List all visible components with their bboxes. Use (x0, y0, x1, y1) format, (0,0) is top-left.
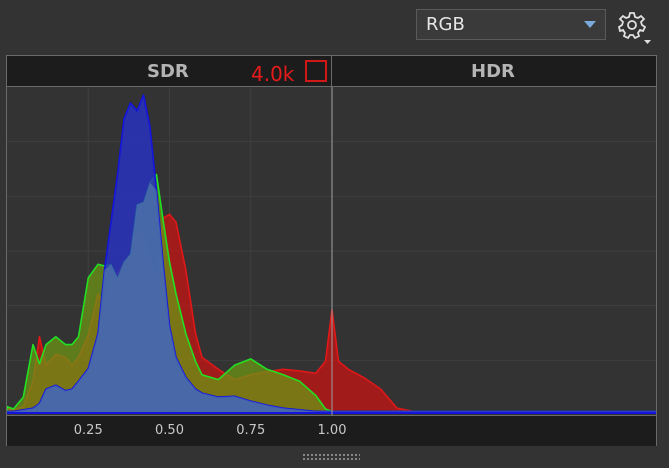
x-axis: 0.25 0.50 0.75 1.00 (7, 415, 656, 446)
resize-handle[interactable] (302, 453, 360, 461)
x-tick-label: 0.75 (236, 423, 266, 438)
peak-count-label: 4.0k (251, 62, 295, 86)
peak-count-toggle[interactable] (305, 60, 327, 82)
dropdown-arrow-icon (584, 21, 596, 28)
channel-select[interactable]: RGB (416, 9, 606, 40)
histogram-panel: SDR 4.0k HDR 0.25 0.50 0.75 1.00 (6, 55, 657, 446)
channel-select-value: RGB (426, 14, 465, 35)
sdr-label: SDR (147, 61, 189, 82)
range-header: SDR 4.0k HDR (7, 56, 656, 87)
gear-icon[interactable] (614, 8, 654, 48)
x-tick-label: 1.00 (317, 423, 347, 438)
histogram-plot (7, 87, 656, 415)
x-tick-label: 0.50 (155, 423, 184, 438)
sdr-hdr-divider (331, 56, 332, 86)
hdr-label: HDR (471, 61, 515, 82)
x-tick-label: 0.25 (73, 423, 103, 438)
